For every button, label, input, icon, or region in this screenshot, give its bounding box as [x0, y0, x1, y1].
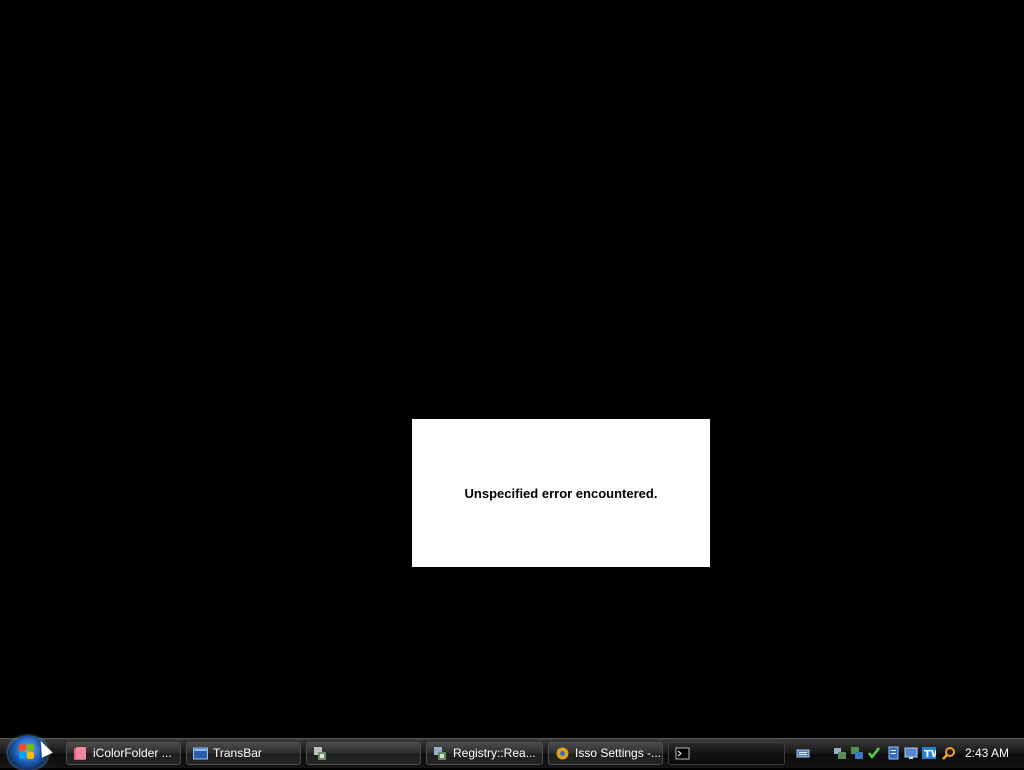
system-tray: TW 2:43 AM	[786, 739, 1024, 769]
taskbar-button-app[interactable]	[306, 742, 421, 765]
checkmark-icon[interactable]	[867, 746, 881, 760]
taskbar: iColorFolder ... TransBar Registry::Rea.…	[0, 736, 1024, 770]
tw-icon[interactable]: TW	[922, 746, 936, 760]
window-icon	[193, 747, 208, 760]
monitor-icon[interactable]	[850, 746, 864, 760]
clock[interactable]: 2:43 AM	[965, 746, 1009, 760]
taskbar-button-isso-settings[interactable]: Isso Settings -...	[548, 742, 663, 765]
taskbar-button-icolorfolder[interactable]: iColorFolder ...	[66, 742, 181, 765]
windows-logo-icon	[19, 744, 35, 760]
app-icon	[314, 747, 326, 760]
taskbar-button-console[interactable]	[668, 742, 785, 765]
error-dialog: Unspecified error encountered.	[412, 419, 710, 567]
folder-icon	[74, 747, 86, 760]
console-icon	[675, 747, 690, 760]
taskbar-button-registry[interactable]: Registry::Rea...	[426, 742, 543, 765]
mouse-cursor-icon	[35, 738, 53, 758]
search-icon[interactable]	[942, 746, 956, 760]
network-icon[interactable]	[833, 746, 847, 760]
error-message: Unspecified error encountered.	[464, 485, 658, 501]
taskbar-button-label: Registry::Rea...	[453, 746, 536, 760]
taskbar-button-label: iColorFolder ...	[93, 746, 172, 760]
display-icon[interactable]	[904, 746, 918, 760]
settings-icon	[556, 747, 569, 760]
taskbar-button-label: TransBar	[213, 746, 262, 760]
desktop: Unspecified error encountered.	[0, 0, 1024, 738]
registry-icon	[434, 747, 446, 760]
taskbar-button-label: Isso Settings -...	[575, 746, 662, 760]
document-icon[interactable]	[886, 746, 900, 760]
svg-text:TW: TW	[924, 749, 936, 760]
taskbar-button-transbar[interactable]: TransBar	[186, 742, 301, 765]
keyboard-icon[interactable]	[796, 746, 810, 760]
start-button[interactable]	[8, 736, 53, 770]
